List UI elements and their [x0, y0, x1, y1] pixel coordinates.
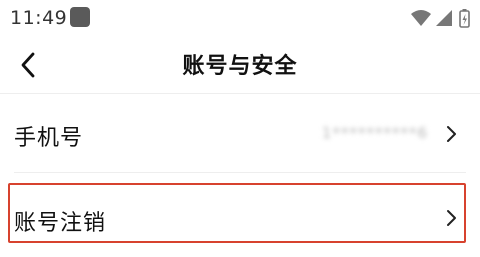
status-time: 11:49 [10, 7, 68, 29]
status-icons-svg [411, 9, 470, 28]
battery-charging-icon [459, 9, 470, 28]
status-icons [410, 8, 472, 28]
nav-bar: 账号与安全 [0, 40, 480, 90]
row-account-cancellation[interactable]: 账号注销 [0, 183, 480, 243]
header-divider [0, 93, 480, 94]
row-divider [14, 172, 466, 173]
status-bar: 11:49 [0, 0, 480, 36]
app-notification-icon [70, 7, 90, 27]
row-phone-number[interactable]: 手机号 1**********6 [0, 100, 480, 168]
cell-signal-icon [436, 10, 452, 26]
chevron-right-icon [447, 210, 456, 226]
phone-number-value: 1**********6 [321, 124, 428, 142]
row-label-account-cancellation: 账号注销 [14, 211, 107, 236]
chevron-right-icon [447, 126, 456, 142]
wifi-icon [411, 10, 431, 26]
page-title: 账号与安全 [182, 54, 298, 79]
row-label-phone: 手机号 [14, 126, 84, 151]
